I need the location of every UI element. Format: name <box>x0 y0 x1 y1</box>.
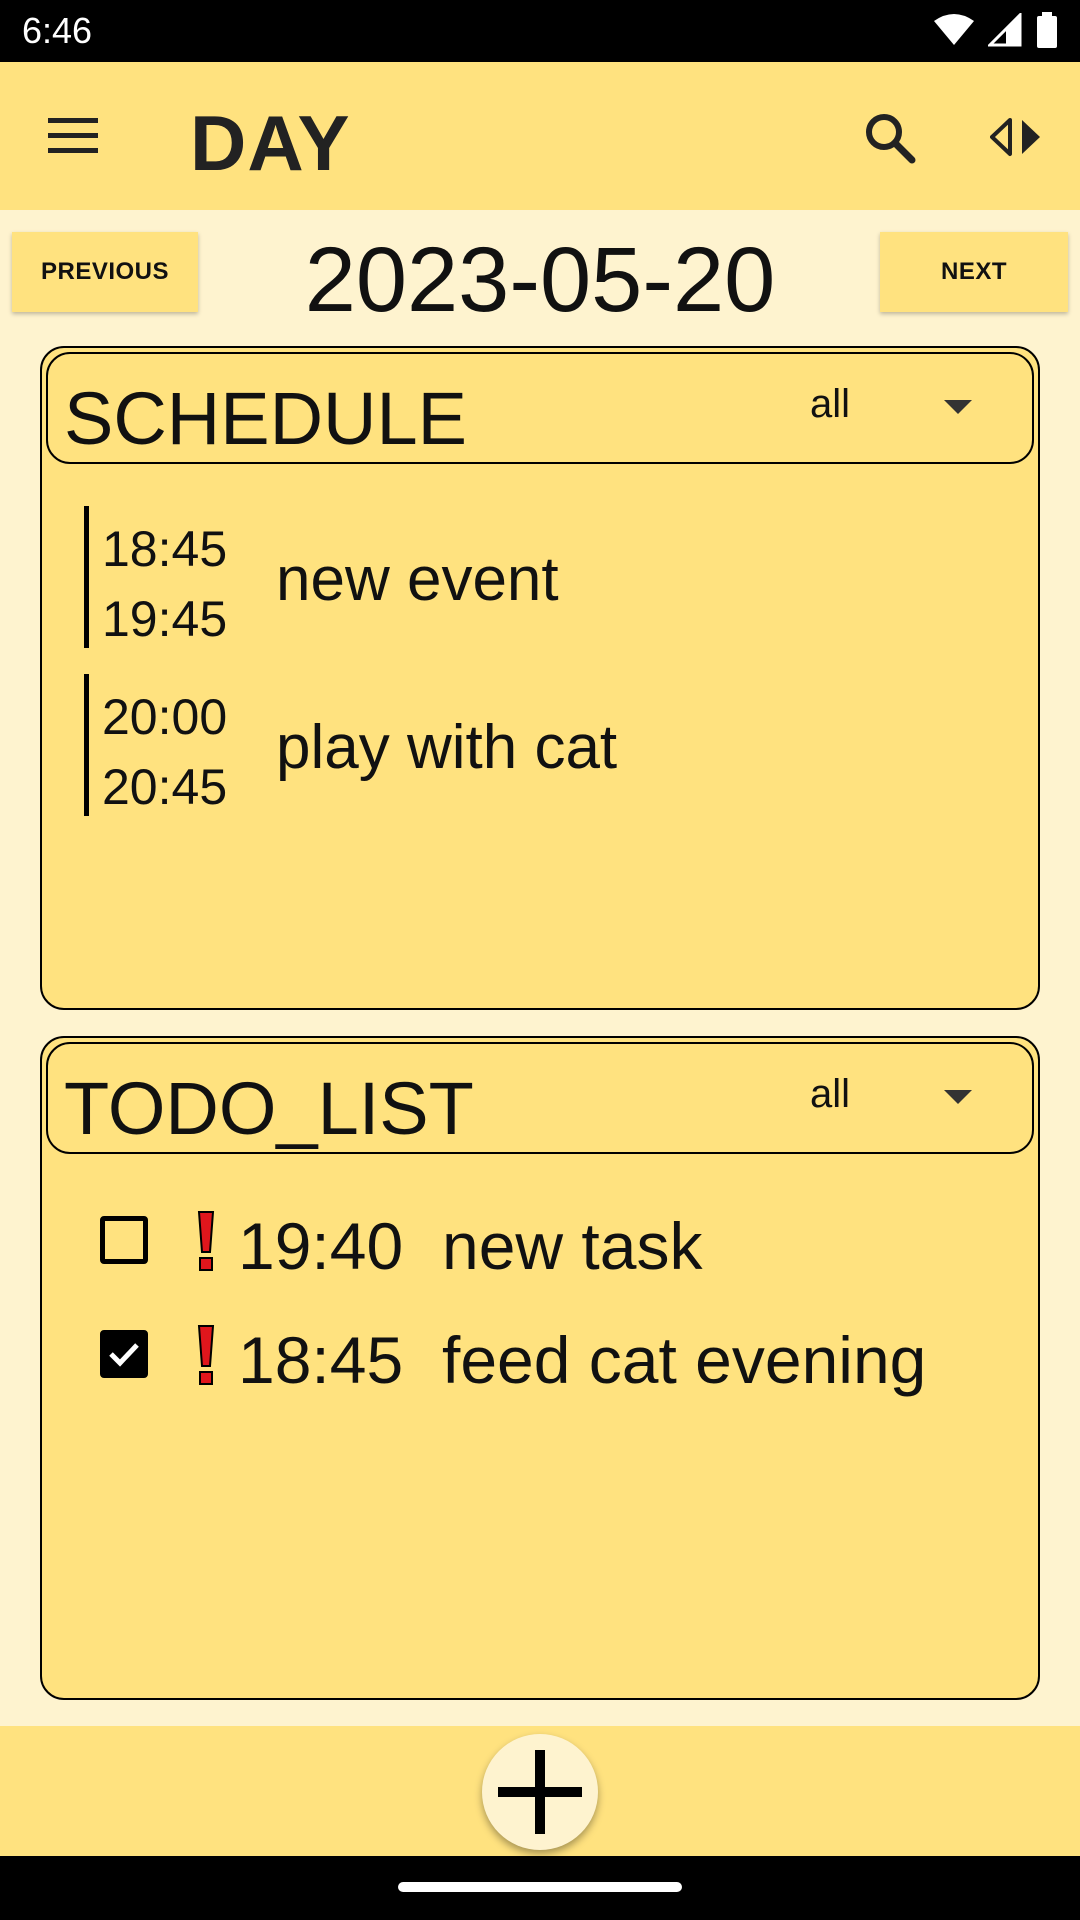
app-bar: DAY <box>0 62 1080 210</box>
task-time: 18:45 <box>238 1323 404 1397</box>
search-icon[interactable] <box>862 110 918 166</box>
event-times: 20:00 20:45 <box>102 682 227 822</box>
todo-title: TODO_LIST <box>64 1067 474 1150</box>
event-start: 18:45 <box>102 521 228 577</box>
chevron-down-icon[interactable] <box>944 400 972 414</box>
status-bar: 6:46 <box>0 0 1080 62</box>
add-icon <box>498 1750 582 1834</box>
task-time: 19:40 <box>238 1209 404 1283</box>
task-checkbox[interactable] <box>100 1216 148 1264</box>
schedule-card: SCHEDULE all 18:45 19:45 new event 20:00… <box>40 346 1040 1010</box>
home-indicator[interactable] <box>398 1882 682 1892</box>
event-item[interactable]: 18:45 19:45 new event <box>84 506 984 648</box>
event-item[interactable]: 20:00 20:45 play with cat <box>84 674 984 816</box>
schedule-filter-dropdown[interactable]: all <box>810 382 850 427</box>
todo-card: TODO_LIST all 19:40 new task 18:45 feed … <box>40 1036 1040 1700</box>
task-checkbox-checked[interactable] <box>100 1330 148 1378</box>
event-name: play with cat <box>276 713 618 782</box>
event-bar <box>84 674 89 816</box>
task-item[interactable]: 18:45 feed cat evening <box>96 1310 996 1400</box>
signal-icon <box>988 13 1022 47</box>
add-button[interactable] <box>482 1734 598 1850</box>
todo-filter-dropdown[interactable]: all <box>810 1072 850 1117</box>
wifi-icon <box>934 14 974 45</box>
event-end: 19:45 <box>102 591 228 647</box>
date-navigation: PREVIOUS 2023-05-20 NEXT <box>0 210 1080 331</box>
event-start: 20:00 <box>102 689 228 745</box>
status-time: 6:46 <box>22 10 93 51</box>
swap-icon[interactable] <box>990 116 1042 158</box>
page-title: DAY <box>190 99 351 187</box>
task-item[interactable]: 19:40 new task <box>96 1196 996 1286</box>
priority-icon <box>197 1211 215 1271</box>
status-icons <box>934 12 1058 48</box>
event-end: 20:45 <box>102 759 228 815</box>
system-navigation-bar <box>0 1856 1080 1920</box>
event-times: 18:45 19:45 <box>102 514 227 654</box>
priority-icon <box>197 1325 215 1385</box>
schedule-title: SCHEDULE <box>64 377 467 460</box>
battery-icon <box>1037 12 1057 48</box>
task-name: feed cat evening <box>442 1323 927 1397</box>
event-bar <box>84 506 89 648</box>
checkmark-icon <box>109 1343 139 1367</box>
menu-icon[interactable] <box>46 114 100 158</box>
task-name: new task <box>442 1209 703 1283</box>
todo-header: TODO_LIST all <box>46 1042 1034 1154</box>
chevron-down-icon[interactable] <box>944 1090 972 1104</box>
event-name: new event <box>276 545 559 614</box>
schedule-header: SCHEDULE all <box>46 352 1034 464</box>
next-button[interactable]: NEXT <box>880 232 1068 312</box>
